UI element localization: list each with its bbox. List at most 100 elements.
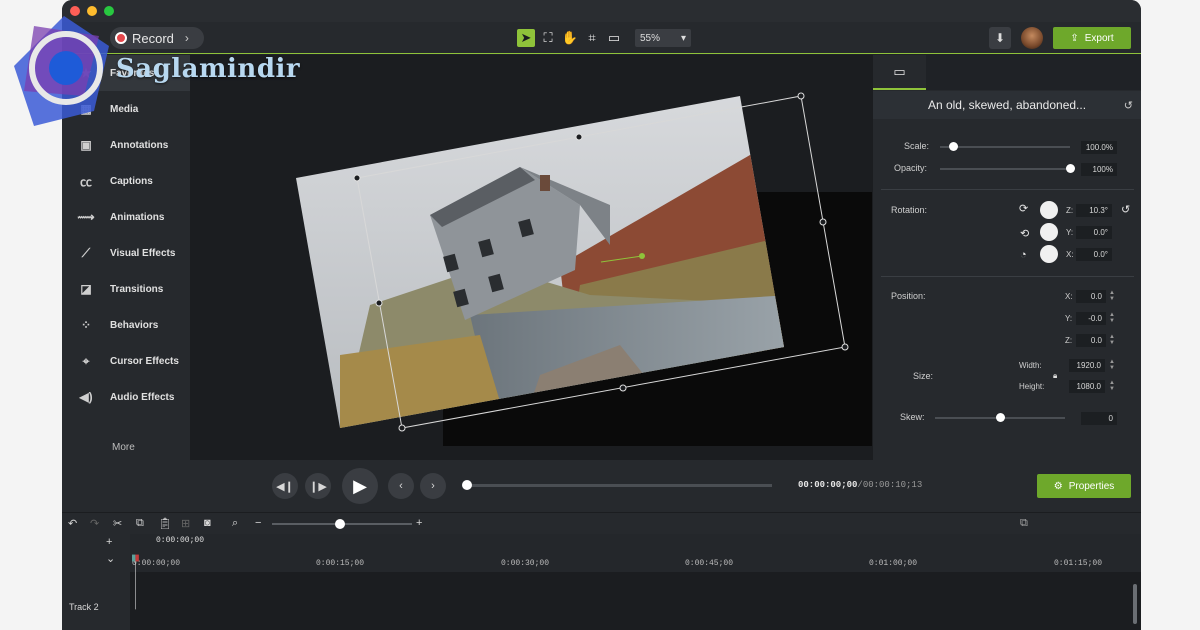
sidebar-item-captions[interactable]: ㏄ Captions	[62, 163, 190, 199]
zoom-select[interactable]: 55% ▾	[635, 29, 691, 47]
record-button[interactable]: Record ›	[110, 27, 204, 49]
sidebar-item-audio-effects[interactable]: ◀) Audio Effects	[62, 379, 190, 415]
zoom-window-button[interactable]	[104, 6, 114, 16]
skew-label: Skew:	[900, 412, 925, 422]
rotate-x-icon: ◔	[1020, 249, 1027, 261]
tab-visual-properties[interactable]: ▭	[873, 55, 926, 90]
scale-field[interactable]: 100.0%	[1081, 141, 1117, 154]
transition-icon: ◪	[80, 282, 92, 296]
rotation-z-label: Z:	[1066, 206, 1074, 215]
reset-icon[interactable]: ↺	[1124, 99, 1133, 112]
previous-marker-icon[interactable]: ‹	[388, 473, 414, 499]
chevron-down-icon[interactable]: ⌄	[106, 552, 115, 565]
scrub-bar[interactable]	[467, 484, 772, 487]
stepper-icon[interactable]: ▲ ▼	[1109, 359, 1115, 371]
zoom-in-icon[interactable]: +	[416, 517, 422, 529]
skew-field[interactable]: 0	[1081, 412, 1117, 425]
height-field[interactable]: 1080.0	[1069, 380, 1105, 393]
opacity-field[interactable]: 100%	[1081, 163, 1117, 176]
sidebar-item-behaviors[interactable]: ⁘ Behaviors	[62, 307, 190, 343]
reset-icon[interactable]: ↺	[1121, 203, 1130, 216]
canvas-media[interactable]	[190, 55, 872, 460]
scrub-knob[interactable]	[462, 480, 472, 490]
copy-icon[interactable]: ⧉	[136, 517, 144, 530]
sidebar-item-transitions[interactable]: ◪ Transitions	[62, 271, 190, 307]
position-y-field[interactable]: -0.0	[1076, 312, 1106, 325]
position-z-field[interactable]: 0.0	[1076, 334, 1106, 347]
properties-tabbar: ▭	[873, 55, 1141, 90]
properties-button[interactable]: ⚙ Properties	[1037, 474, 1131, 498]
avatar[interactable]	[1021, 27, 1043, 49]
rotation-y-field[interactable]: 0.0°	[1076, 226, 1112, 239]
track-row[interactable]	[130, 572, 1141, 630]
top-toolbar: Record › ➤ ⛶ ✋ ⌗ ▭ 55% ▾ ⬇ ⇪ Export	[62, 22, 1141, 54]
scale-label: Scale:	[904, 141, 930, 151]
chevron-right-icon[interactable]: ›	[185, 31, 189, 45]
cut-icon[interactable]: ✂	[113, 517, 122, 530]
crop-icon[interactable]: ⌗	[583, 29, 601, 47]
sidebar-item-label: Annotations	[110, 139, 169, 151]
zoom-icon[interactable]: ⌕	[232, 517, 238, 530]
undo-icon[interactable]: ↶	[68, 517, 77, 530]
export-button[interactable]: ⇪ Export	[1053, 27, 1131, 49]
add-track-icon[interactable]: +	[106, 536, 112, 548]
properties-panel: ▭ An old, skewed, abandoned... ↺ Scale: …	[872, 55, 1141, 460]
close-window-button[interactable]	[70, 6, 80, 16]
rotation-x-dial[interactable]	[1040, 245, 1058, 263]
rotation-z-field[interactable]: 10.3°	[1076, 204, 1112, 217]
rotation-handle[interactable]	[639, 253, 645, 259]
split-icon[interactable]: ⊞	[181, 517, 190, 530]
zoom-out-icon[interactable]: −	[255, 517, 261, 529]
rotation-z-dial[interactable]	[1040, 201, 1058, 219]
rotation-x-field[interactable]: 0.0°	[1076, 248, 1112, 261]
stepper-icon[interactable]: ▲ ▼	[1109, 290, 1115, 302]
sidebar-item-annotations[interactable]: ▣ Annotations	[62, 127, 190, 163]
opacity-slider-knob[interactable]	[1065, 164, 1075, 173]
current-time: 00:00:00;00	[798, 480, 858, 490]
time-ruler[interactable]: 0:00:00;00 0:00:15;00 0:00:30;00 0:00:45…	[130, 534, 1141, 572]
lock-icon[interactable]: 🔒︎	[1053, 371, 1057, 381]
opacity-slider[interactable]	[940, 168, 1070, 170]
timeline-toolbar: ↶ ↷ ✂ ⧉ 📋︎ ⊞ ◙ ⌕ − + ⧉	[62, 512, 1141, 534]
export-label: Export	[1084, 32, 1114, 44]
frame-icon[interactable]: ▭	[605, 29, 623, 47]
speaker-icon: ◀)	[79, 390, 93, 404]
captions-icon: ㏄	[79, 174, 92, 189]
more-button[interactable]: More	[112, 442, 135, 453]
rotation-y-label: Y:	[1066, 228, 1074, 237]
sidebar-item-animations[interactable]: ⟿ Animations	[62, 199, 190, 235]
timeline-zoom-knob[interactable]	[335, 519, 345, 529]
rotation-y-dial[interactable]	[1040, 223, 1058, 241]
next-marker-icon[interactable]: ›	[420, 473, 446, 499]
sidebar-item-label: Audio Effects	[110, 391, 175, 403]
stepper-icon[interactable]: ▲ ▼	[1109, 380, 1115, 392]
canvas-area	[190, 55, 896, 460]
paste-icon[interactable]: 📋︎	[158, 517, 172, 530]
sidebar-item-cursor-effects[interactable]: ⌖ Cursor Effects	[62, 343, 190, 379]
step-back-icon[interactable]: ◀❙	[272, 473, 298, 499]
title-bar	[62, 0, 1141, 22]
position-x-field[interactable]: 0.0	[1076, 290, 1106, 303]
camera-icon[interactable]: ◙	[204, 517, 211, 529]
download-button[interactable]: ⬇	[989, 27, 1011, 49]
stepper-icon[interactable]: ▲ ▼	[1109, 312, 1115, 324]
play-button[interactable]: ▶	[342, 468, 378, 504]
step-forward-icon[interactable]: ❙▶	[305, 473, 331, 499]
move-canvas-icon[interactable]: ⛶	[539, 29, 557, 47]
scale-slider[interactable]	[940, 146, 1070, 148]
width-field[interactable]: 1920.0	[1069, 359, 1105, 372]
stepper-icon[interactable]: ▲ ▼	[1109, 334, 1115, 346]
minimize-window-button[interactable]	[87, 6, 97, 16]
sidebar-item-visual-effects[interactable]: ⟋ Visual Effects	[62, 235, 190, 271]
clip-title: An old, skewed, abandoned...	[927, 98, 1087, 112]
playhead[interactable]	[132, 534, 140, 630]
pan-hand-icon[interactable]: ✋	[561, 29, 579, 47]
arrow-select-icon[interactable]: ➤	[517, 29, 535, 47]
tick-label: 0:00:15;00	[316, 559, 365, 568]
scale-slider-knob[interactable]	[948, 142, 958, 151]
skew-slider-knob[interactable]	[995, 413, 1005, 422]
timeline-scrollbar[interactable]	[1133, 584, 1137, 624]
redo-icon[interactable]: ↷	[90, 517, 99, 530]
detach-icon[interactable]: ⧉	[1020, 517, 1028, 530]
clip-title-bar: An old, skewed, abandoned... ↺	[873, 91, 1141, 119]
